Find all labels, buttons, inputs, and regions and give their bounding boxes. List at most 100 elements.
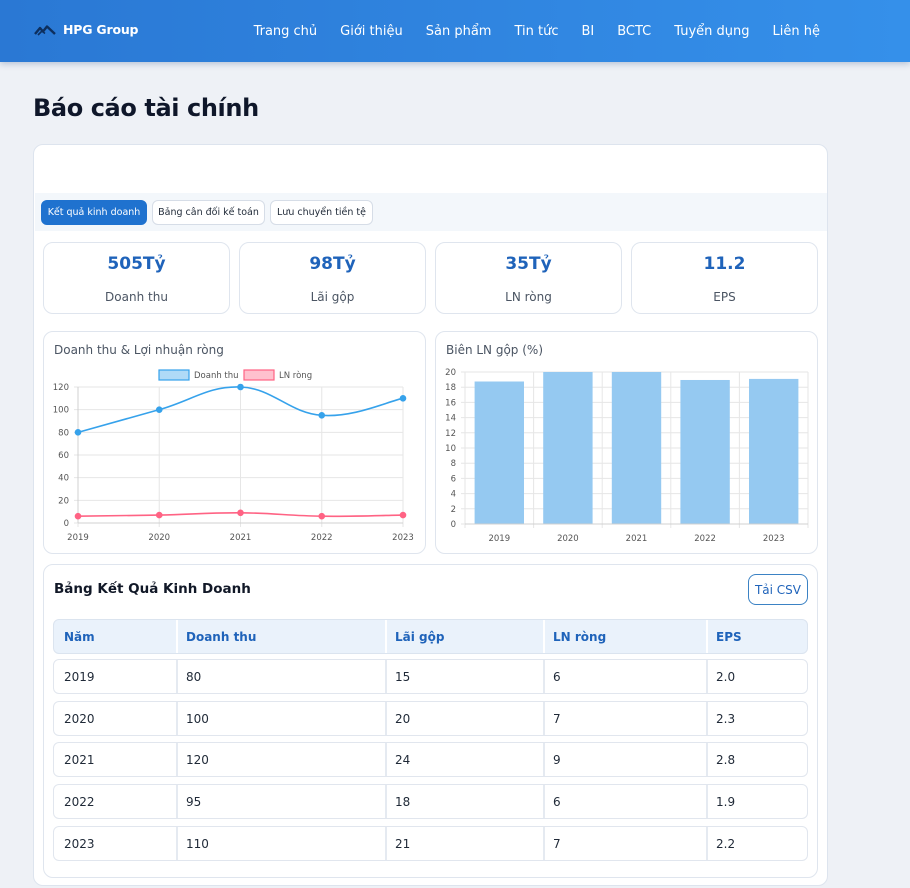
table-row: 2022 95 18 6 1.9 — [53, 784, 808, 819]
x-tick-label: 2023 — [763, 534, 785, 544]
table-cell-col-net-profit: 9 — [543, 743, 561, 776]
kpi-label: LN ròng — [505, 290, 552, 304]
table-cell-col-gross-profit: 24 — [385, 743, 410, 776]
nav-link-news[interactable]: Tin tức — [514, 24, 558, 39]
table-title: Bảng Kết Quả Kinh Doanh — [54, 581, 251, 597]
data-point — [318, 512, 326, 520]
table-cell-col-revenue: 95 — [176, 785, 201, 818]
table-cell-col-revenue: 120 — [176, 743, 209, 776]
download-csv-button[interactable]: Tải CSV — [748, 574, 808, 605]
y-tick-label: 10 — [445, 444, 456, 454]
y-tick-label: 8 — [451, 459, 456, 469]
x-tick-label: 2020 — [148, 533, 170, 543]
y-tick-label: 4 — [451, 490, 456, 500]
data-point — [155, 511, 163, 519]
report-tabs: Kết quả kinh doanh Bảng cân đối kế toán … — [35, 193, 827, 231]
table-cell-col-net-profit: 7 — [543, 702, 561, 735]
x-tick-label: 2020 — [557, 534, 579, 544]
table-cell-col-eps: 2.8 — [706, 743, 735, 776]
bar — [680, 379, 730, 524]
table-cell-col-year: 2021 — [64, 752, 95, 767]
nav-link-products[interactable]: Sản phẩm — [426, 24, 492, 39]
table-cell-col-net-profit: 7 — [543, 827, 561, 860]
table-cell-col-net-profit: 6 — [543, 660, 561, 693]
y-tick-label: 20 — [445, 368, 456, 378]
table-header-col-year[interactable]: Năm — [54, 620, 95, 653]
y-tick-label: 120 — [53, 383, 69, 393]
data-point — [399, 511, 407, 519]
financial-report-card: Kết quả kinh doanh Bảng cân đối kế toán … — [33, 144, 828, 886]
kpi-label: Lãi gộp — [310, 290, 355, 304]
table-cell-col-eps: 2.3 — [706, 702, 735, 735]
x-tick-label: 2019 — [488, 534, 510, 544]
y-tick-label: 6 — [451, 474, 456, 484]
kpi-value: 11.2 — [703, 254, 746, 274]
brand-name: HPG Group — [63, 22, 139, 37]
table-header-col-eps[interactable]: EPS — [706, 620, 742, 653]
x-tick-label: 2021 — [626, 534, 648, 544]
table-cell-col-eps: 1.9 — [706, 785, 735, 818]
nav-link-home[interactable]: Trang chủ — [254, 24, 318, 39]
table-header: Năm Doanh thu Lãi gộp LN ròng EPS — [53, 619, 808, 654]
table-header-col-gross-profit[interactable]: Lãi gộp — [385, 620, 444, 653]
logo-icon — [34, 24, 56, 36]
x-tick-label: 2021 — [230, 533, 252, 543]
kpi-label: EPS — [713, 290, 736, 304]
table-cell-col-revenue: 110 — [176, 827, 209, 860]
table-row: 2023 110 21 7 2.2 — [53, 826, 808, 861]
kpi-value: 505Tỷ — [107, 254, 166, 274]
main-nav: Trang chủ Giới thiệu Sản phẩm Tin tức BI… — [254, 0, 820, 62]
table-cell-col-gross-profit: 15 — [385, 660, 410, 693]
income-table-card: Bảng Kết Quả Kinh Doanh Tải CSV Năm Doanh… — [43, 564, 818, 878]
nav-link-bctc[interactable]: BCTC — [617, 24, 651, 39]
table-cell-col-year: 2022 — [64, 794, 95, 809]
revenue-profit-chart-card: Doanh thu & Lợi nhuận ròng 0 20 40 60 80 100 1… — [43, 331, 426, 554]
nav-link-bi[interactable]: BI — [581, 24, 594, 39]
y-tick-label: 2 — [451, 505, 456, 515]
kpi-value: 35Tỷ — [505, 254, 552, 274]
table-cell-col-gross-profit: 20 — [385, 702, 410, 735]
kpi-card-eps: 11.2 EPS — [631, 242, 818, 314]
legend-swatch — [158, 369, 190, 381]
y-tick-label: 80 — [58, 428, 69, 438]
table-header-col-revenue[interactable]: Doanh thu — [176, 620, 256, 653]
data-point — [318, 412, 326, 419]
data-point — [399, 395, 407, 402]
bar — [749, 378, 799, 524]
table-header-col-net-profit[interactable]: LN ròng — [543, 620, 606, 653]
table-cell-col-gross-profit: 18 — [385, 785, 410, 818]
legend-label: LN ròng — [279, 370, 312, 381]
kpi-value: 98Tỷ — [309, 254, 356, 274]
nav-link-careers[interactable]: Tuyển dụng — [674, 24, 749, 39]
y-tick-label: 100 — [53, 406, 69, 416]
tab-balance-sheet[interactable]: Bảng cân đối kế toán — [152, 200, 265, 225]
revenue-profit-line-chart: 0 20 40 60 80 100 120 2019 2020 2021 2022 2023 Doanh… — [53, 369, 414, 543]
x-tick-label: 2022 — [311, 533, 333, 543]
kpi-card-gross-profit: 98Tỷ Lãi gộp — [239, 242, 426, 314]
y-tick-label: 0 — [64, 519, 69, 529]
bar — [543, 372, 593, 524]
table-row: 2020 100 20 7 2.3 — [53, 701, 808, 736]
kpi-card-net-profit: 35Tỷ LN ròng — [435, 242, 622, 314]
gross-margin-bar-chart: 0 2 4 6 8 10 12 14 16 18 20 2019 2020 2021 2022 2023 — [445, 368, 809, 544]
page-title: Báo cáo tài chính — [33, 94, 259, 122]
bar — [611, 372, 662, 524]
legend-swatch — [243, 369, 275, 381]
gross-margin-chart-card: Biên LN gộp (%) 0 2 4 6 8 10 12 14 16 18 20 2019 202… — [435, 331, 818, 554]
brand[interactable]: HPG Group — [34, 22, 138, 37]
y-tick-label: 40 — [58, 474, 69, 484]
x-tick-label: 2022 — [694, 534, 716, 544]
table-cell-col-net-profit: 6 — [543, 785, 561, 818]
table-cell-col-eps: 2.2 — [706, 827, 735, 860]
tab-cash-flow[interactable]: Lưu chuyển tiền tệ — [270, 200, 373, 225]
x-tick-label: 2023 — [392, 533, 414, 543]
kpi-label: Doanh thu — [105, 290, 168, 304]
top-navbar: HPG Group Trang chủ Giới thiệu Sản phẩm … — [0, 0, 910, 62]
table-row: 2019 80 15 6 2.0 — [53, 659, 808, 694]
data-point — [155, 406, 163, 413]
nav-link-about[interactable]: Giới thiệu — [340, 24, 403, 39]
tab-income-statement[interactable]: Kết quả kinh doanh — [41, 200, 147, 225]
table-cell-col-revenue: 100 — [176, 702, 209, 735]
y-tick-label: 16 — [445, 398, 456, 408]
nav-link-contact[interactable]: Liên hệ — [773, 24, 820, 39]
